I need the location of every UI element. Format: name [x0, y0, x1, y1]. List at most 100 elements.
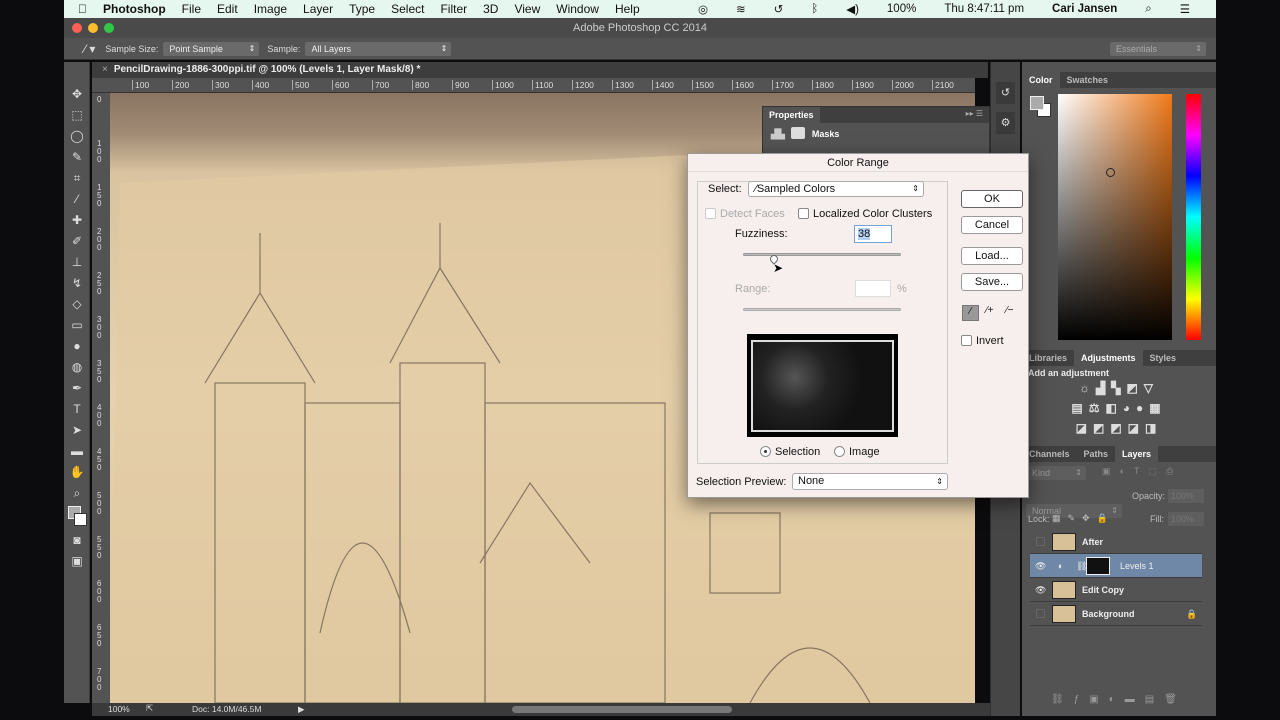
tab-libraries[interactable]: Libraries	[1022, 350, 1074, 366]
gradient-tool-icon[interactable]: ▭	[64, 315, 90, 336]
bluetooth-icon[interactable]: ᛒ	[811, 3, 818, 15]
eyedropper-tool-icon[interactable]: ⁄	[64, 189, 90, 210]
horizontal-scrollbar[interactable]	[512, 706, 732, 713]
layer-row-edit-copy[interactable]: 👁 Edit Copy	[1030, 578, 1202, 602]
range-input[interactable]	[855, 280, 891, 297]
properties-title[interactable]: Properties	[763, 107, 820, 123]
volume-icon[interactable]: ◀)	[846, 2, 859, 16]
menu-help[interactable]: Help	[615, 2, 640, 16]
tab-channels[interactable]: Channels	[1022, 446, 1077, 462]
time-machine-icon[interactable]: ↺	[774, 2, 784, 16]
panel-menu-icon[interactable]: ▸▸ ☰	[966, 109, 983, 118]
tab-layers[interactable]: Layers	[1115, 446, 1159, 462]
document-tab[interactable]: × PencilDrawing-1886-300ppi.tif @ 100% (L…	[92, 62, 988, 78]
sample-select[interactable]: All Layers	[305, 41, 452, 56]
3d-icon[interactable]: ⚙	[996, 112, 1015, 134]
localized-clusters-checkbox[interactable]: Localized Color Clusters	[798, 208, 932, 220]
eraser-tool-icon[interactable]: ◇	[64, 294, 90, 315]
close-tab-icon[interactable]: ×	[102, 64, 108, 75]
menu-image[interactable]: Image	[254, 2, 287, 16]
hue-slider[interactable]	[1186, 94, 1201, 340]
layer-row-levels-1[interactable]: 👁 ◐ ⛓ Levels 1	[1030, 554, 1202, 578]
screen-mode-icon[interactable]: ▣	[64, 551, 90, 572]
dodge-tool-icon[interactable]: ◍	[64, 357, 90, 378]
menu-type[interactable]: Type	[349, 2, 375, 16]
healing-tool-icon[interactable]: ✚	[64, 210, 90, 231]
selection-radio[interactable]: Selection	[760, 446, 820, 458]
fill-input[interactable]: 100%	[1168, 512, 1204, 526]
fuzziness-slider[interactable]	[743, 253, 901, 265]
history-icon[interactable]: ↺	[996, 82, 1015, 104]
quick-select-tool-icon[interactable]: ✎	[64, 147, 90, 168]
adjustment-icons[interactable]: ☼▟▚◩▽ ▤⚖◧◕●▦ ◪◩◩◪◨	[1028, 378, 1210, 438]
tab-adjustments[interactable]: Adjustments	[1074, 350, 1143, 366]
stamp-tool-icon[interactable]: ⊥	[64, 252, 90, 273]
zoom-window-button[interactable]	[104, 23, 114, 33]
spotlight-icon[interactable]: ⌕	[1145, 3, 1151, 16]
layer-mask-thumbnail[interactable]	[1086, 557, 1110, 575]
history-brush-icon[interactable]: ↯	[64, 273, 90, 294]
tab-color[interactable]: Color	[1022, 72, 1060, 88]
menu-filter[interactable]: Filter	[440, 2, 467, 16]
apple-icon[interactable]: 	[78, 2, 87, 16]
layer-row-background[interactable]: Background 🔒	[1030, 602, 1202, 626]
tab-styles[interactable]: Styles	[1143, 350, 1184, 366]
add-to-sample-eyedropper-icon[interactable]: ⁄+	[986, 305, 994, 316]
workspace-select[interactable]: Essentials	[1110, 41, 1206, 56]
image-radio[interactable]: Image	[834, 446, 880, 458]
tab-swatches[interactable]: Swatches	[1060, 72, 1116, 88]
hand-tool-icon[interactable]: ✋	[64, 462, 90, 483]
foreground-color[interactable]	[1030, 96, 1044, 110]
visibility-toggle[interactable]	[1036, 609, 1045, 618]
menu-edit[interactable]: Edit	[217, 2, 238, 16]
status-menu-arrow-icon[interactable]: ▶	[298, 704, 305, 715]
menu-file[interactable]: File	[182, 2, 201, 16]
layers-footer-icons[interactable]: ⛓ƒ▣◐▬▤🗑	[1022, 694, 1216, 705]
zoom-tool-icon[interactable]: ⌕	[64, 483, 90, 504]
close-window-button[interactable]	[72, 23, 82, 33]
eyedropper-icon[interactable]: ⁄	[962, 305, 979, 321]
pen-tool-icon[interactable]: ✒	[64, 378, 90, 399]
battery-status[interactable]: 100%	[887, 3, 916, 15]
selection-preview-select[interactable]: None ⇕	[792, 473, 948, 490]
detect-faces-checkbox[interactable]: Detect Faces	[705, 208, 785, 220]
color-swatches[interactable]	[64, 504, 89, 530]
notification-icon[interactable]: ☰	[1180, 2, 1190, 16]
crop-tool-icon[interactable]: ⌗	[64, 168, 90, 189]
menu-view[interactable]: View	[514, 2, 540, 16]
eye-icon[interactable]: 👁	[1035, 578, 1046, 602]
eye-icon[interactable]: 👁	[1035, 554, 1046, 578]
blur-tool-icon[interactable]: ●	[64, 336, 90, 357]
move-tool-icon[interactable]: ✥	[64, 84, 90, 105]
save-button[interactable]: Save...	[961, 273, 1023, 291]
load-button[interactable]: Load...	[961, 247, 1023, 265]
wifi-icon[interactable]: ≋	[736, 2, 746, 16]
select-dropdown[interactable]: ⁄Sampled Colors ⇕	[748, 181, 924, 197]
menu-app[interactable]: Photoshop	[103, 2, 166, 16]
fuzziness-input[interactable]: 38	[854, 225, 892, 243]
layer-kind-filter[interactable]: Kind	[1026, 466, 1086, 480]
quick-mask-icon[interactable]: ◙	[64, 530, 90, 551]
creative-cloud-icon[interactable]: ◎	[698, 2, 708, 16]
brush-tool-icon[interactable]: ✐	[64, 231, 90, 252]
shape-tool-icon[interactable]: ▬	[64, 441, 90, 462]
sample-size-select[interactable]: Point Sample	[163, 41, 260, 56]
layer-filter-icons[interactable]: ▣◐T⬚⎙	[1102, 466, 1182, 477]
user-name[interactable]: Cari Jansen	[1052, 3, 1117, 15]
menu-window[interactable]: Window	[556, 2, 599, 16]
menu-3d[interactable]: 3D	[483, 2, 498, 16]
subtract-from-sample-eyedropper-icon[interactable]: ⁄−	[1006, 305, 1014, 316]
menu-layer[interactable]: Layer	[303, 2, 333, 16]
layer-row-after[interactable]: After	[1030, 530, 1202, 554]
minimize-window-button[interactable]	[88, 23, 98, 33]
type-tool-icon[interactable]: T	[64, 399, 90, 420]
marquee-tool-icon[interactable]: ⬚	[64, 105, 90, 126]
levels-icon[interactable]: ▟▙	[771, 129, 785, 139]
path-select-tool-icon[interactable]: ➤	[64, 420, 90, 441]
opacity-input[interactable]: 100%	[1168, 489, 1204, 503]
mask-icon[interactable]	[791, 127, 806, 139]
lasso-tool-icon[interactable]: ◯	[64, 126, 90, 147]
ok-button[interactable]: OK	[961, 190, 1023, 208]
color-field[interactable]	[1058, 94, 1172, 340]
range-slider[interactable]	[743, 308, 901, 311]
